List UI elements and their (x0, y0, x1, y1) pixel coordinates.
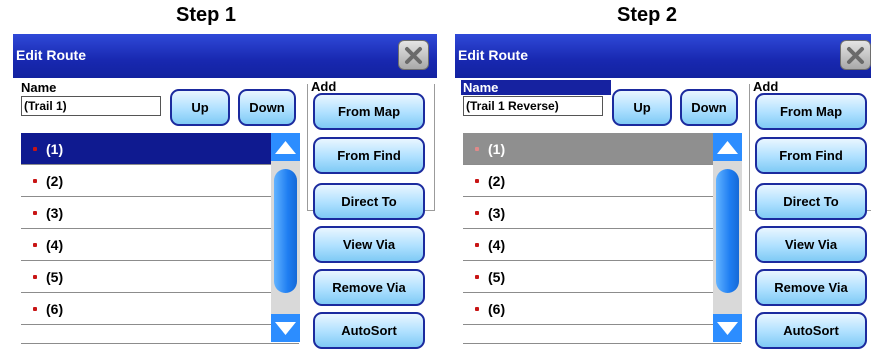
waypoint-dot-icon (475, 147, 479, 151)
scroll-thumb[interactable] (274, 169, 297, 293)
list-item[interactable]: (2) (463, 165, 713, 197)
list-item[interactable]: (2) (21, 165, 271, 197)
scroll-down-button[interactable] (271, 314, 300, 342)
arrow-down-icon (275, 322, 296, 335)
up-button[interactable]: Up (170, 89, 230, 126)
direct-to-button[interactable]: Direct To (755, 183, 867, 220)
edit-route-panel-step-2: Edit Route Name (Trail 1 Reverse) Up Dow… (455, 34, 871, 351)
autosort-button[interactable]: AutoSort (755, 312, 867, 349)
step-2-title: Step 2 (617, 4, 678, 26)
waypoint-dot-icon (33, 211, 37, 215)
arrow-up-icon (275, 141, 296, 154)
from-map-button[interactable]: From Map (313, 93, 425, 130)
list-item[interactable]: (3) (21, 197, 271, 229)
list-item-label: (1) (488, 141, 506, 157)
waypoint-dot-icon (475, 179, 479, 183)
arrow-down-icon (717, 322, 738, 335)
route-name-field[interactable]: (Trail 1 Reverse) (463, 96, 603, 116)
list-item-label: (1) (46, 141, 64, 157)
waypoint-dot-icon (475, 243, 479, 247)
list-item[interactable]: (5) (463, 261, 713, 293)
add-label: Add (753, 79, 781, 94)
down-button[interactable]: Down (680, 89, 738, 126)
window-titlebar: Edit Route (455, 34, 871, 78)
remove-via-button[interactable]: Remove Via (755, 269, 867, 306)
up-button[interactable]: Up (612, 89, 672, 126)
waypoint-dot-icon (33, 243, 37, 247)
list-item-label: (5) (46, 269, 64, 285)
name-label: Name (21, 80, 57, 95)
scroll-thumb[interactable] (716, 169, 739, 293)
view-via-button[interactable]: View Via (755, 226, 867, 263)
view-via-button[interactable]: View Via (313, 226, 425, 263)
list-item-label: (3) (46, 205, 64, 221)
list-item-label: (2) (46, 173, 64, 189)
waypoint-dot-icon (33, 179, 37, 183)
from-find-button[interactable]: From Find (313, 137, 425, 174)
list-item-selected[interactable]: (1) (463, 133, 713, 165)
waypoint-dot-icon (475, 307, 479, 311)
scroll-up-button[interactable] (271, 133, 300, 161)
waypoint-dot-icon (33, 307, 37, 311)
from-find-button[interactable]: From Find (755, 137, 867, 174)
waypoint-dot-icon (33, 147, 37, 151)
list-item[interactable]: (3) (463, 197, 713, 229)
close-x-icon (405, 47, 422, 64)
list-item[interactable]: (6) (21, 293, 271, 325)
waypoint-dot-icon (475, 211, 479, 215)
list-item-selected[interactable]: (1) (21, 133, 271, 165)
route-point-list: (1) (2) (3) (4) (5) (6) (21, 133, 271, 325)
edit-route-panel-step-1: Edit Route Name (Trail 1) Up Down Add Fr… (13, 34, 437, 351)
list-item-label: (2) (488, 173, 506, 189)
list-item-label: (6) (488, 301, 506, 317)
list-scrollbar[interactable] (713, 133, 742, 342)
waypoint-dot-icon (33, 275, 37, 279)
route-name-field[interactable]: (Trail 1) (21, 96, 161, 116)
window-title: Edit Route (458, 47, 528, 63)
list-item[interactable]: (6) (463, 293, 713, 325)
route-point-list: (1) (2) (3) (4) (5) (6) (463, 133, 713, 325)
autosort-button[interactable]: AutoSort (313, 312, 425, 349)
add-label: Add (311, 79, 339, 94)
list-bottom-divider (21, 343, 299, 344)
list-item-label: (6) (46, 301, 64, 317)
step-1-title: Step 1 (176, 4, 237, 26)
direct-to-button[interactable]: Direct To (313, 183, 425, 220)
close-button[interactable] (398, 40, 429, 70)
list-item-label: (4) (488, 237, 506, 253)
scroll-up-button[interactable] (713, 133, 742, 161)
list-item-label: (5) (488, 269, 506, 285)
arrow-up-icon (717, 141, 738, 154)
waypoint-dot-icon (475, 275, 479, 279)
list-item-label: (4) (46, 237, 64, 253)
remove-via-button[interactable]: Remove Via (313, 269, 425, 306)
window-titlebar: Edit Route (13, 34, 437, 78)
close-button[interactable] (840, 40, 871, 70)
scroll-down-button[interactable] (713, 314, 742, 342)
from-map-button[interactable]: From Map (755, 93, 867, 130)
list-item[interactable]: (4) (21, 229, 271, 261)
list-item[interactable]: (4) (463, 229, 713, 261)
list-item-label: (3) (488, 205, 506, 221)
list-scrollbar[interactable] (271, 133, 300, 342)
list-bottom-divider (463, 343, 741, 344)
down-button[interactable]: Down (238, 89, 296, 126)
list-item[interactable]: (5) (21, 261, 271, 293)
window-title: Edit Route (16, 47, 86, 63)
name-label: Name (461, 80, 611, 95)
close-x-icon (847, 47, 864, 64)
